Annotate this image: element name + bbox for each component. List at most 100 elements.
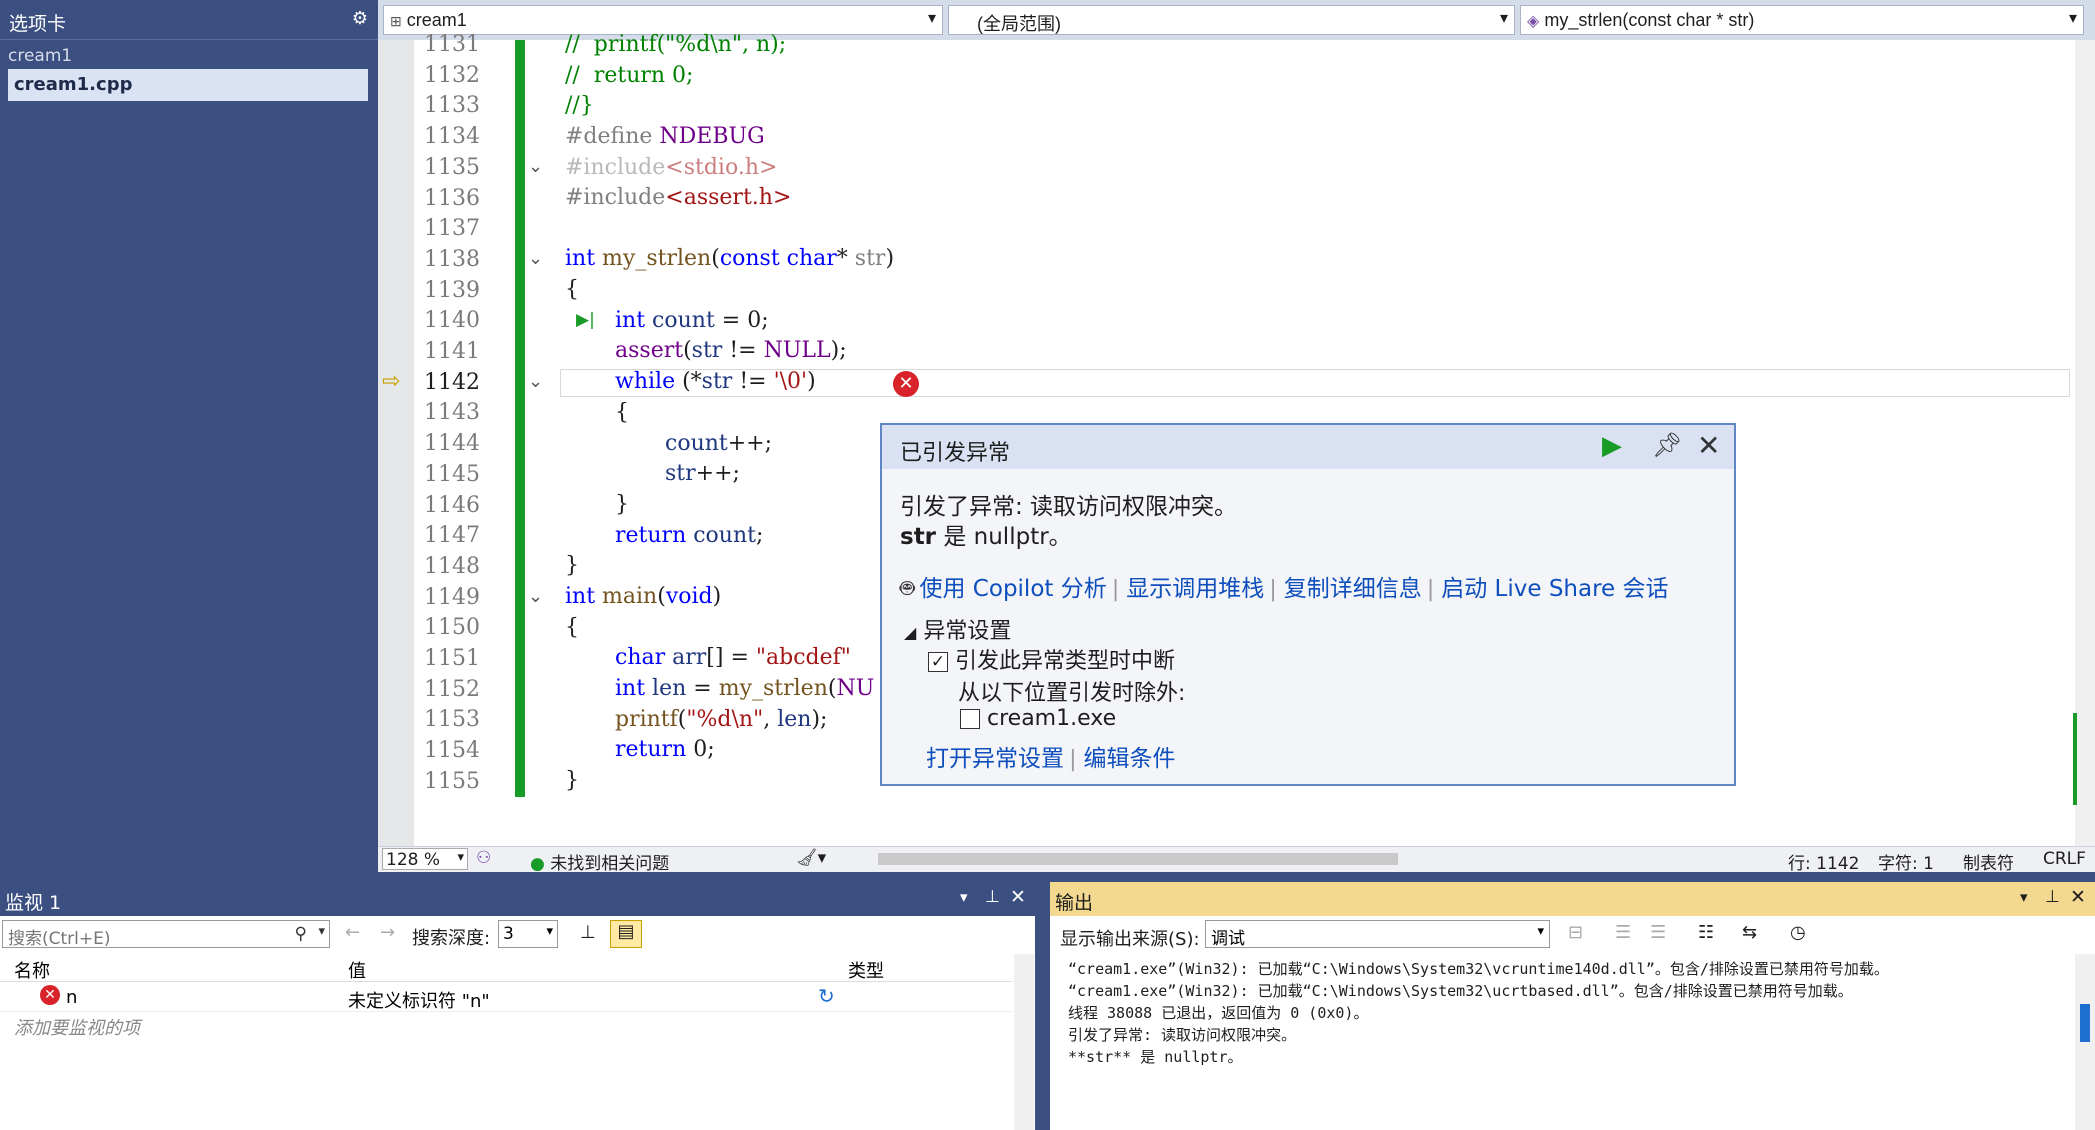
error-icon: ✕	[40, 985, 60, 1005]
popup-footer-links: 打开异常设置 | 编辑条件	[926, 746, 1176, 772]
collapse-icon[interactable]: ⌄	[528, 248, 543, 269]
show-call-stack-link[interactable]: 显示调用堆栈	[1126, 576, 1264, 602]
hex-view-icon[interactable]: ▤	[610, 920, 642, 948]
except-label: 从以下位置引发时除外:	[958, 681, 1186, 706]
pin-icon[interactable]: ⊥	[985, 887, 1000, 907]
collapse-icon[interactable]: ⌄	[528, 586, 543, 607]
scope-dropdown[interactable]: (全局范围) ▾	[948, 5, 1515, 35]
gear-icon[interactable]: ⚙	[352, 8, 368, 29]
exception-popup: 已引发异常 ▶ 📌︎ ✕ 引发了异常: 读取访问权限冲突。 str 是 null…	[880, 423, 1736, 786]
issues-indicator[interactable]: ● 未找到相关问题	[530, 849, 669, 874]
project-dropdown[interactable]: ⊞ cream1 ▾	[383, 5, 943, 35]
line-number: 1147	[424, 523, 480, 549]
project-node[interactable]: cream1	[8, 46, 72, 66]
line-number: 1146	[424, 492, 480, 518]
pin-icon[interactable]: ⊥	[2045, 887, 2060, 907]
timestamp-icon[interactable]: ◷	[1790, 922, 1806, 943]
code-line: assert(str != NULL);	[615, 338, 847, 363]
copilot-icon: 🤖︎	[900, 574, 915, 602]
output-line: **str** 是 nullptr。	[1068, 1048, 1243, 1066]
collapse-icon[interactable]: ⌄	[528, 156, 543, 177]
brain-icon[interactable]: ⚇	[476, 848, 491, 868]
output-scrollbar[interactable]	[2075, 954, 2095, 1130]
forward-arrow-icon[interactable]: →	[380, 922, 395, 943]
pin-icon[interactable]: 📌︎	[1652, 431, 1682, 459]
panel-menu-icon[interactable]: ▾	[2020, 888, 2028, 906]
word-wrap-icon[interactable]: ⇆	[1742, 922, 1757, 943]
code-line: char arr[] = "abcdef"	[615, 645, 851, 670]
code-line: }	[565, 768, 579, 793]
line-number: 1138	[424, 246, 480, 272]
tabs-panel: 选项卡 ⚙ cream1 cream1.cpp	[0, 0, 378, 872]
line-number: 1140	[424, 308, 480, 334]
search-depth-label: 搜索深度:	[412, 928, 491, 949]
watch-panel: 监视 1 ▾ ⊥ ✕ 搜索(Ctrl+E) ⚲ ▾ ← → 搜索深度: 3 ▾ …	[0, 882, 1035, 1130]
code-line: str++;	[665, 461, 740, 486]
cursor-char: 字符: 1	[1878, 854, 1934, 874]
panel-menu-icon[interactable]: ▾	[960, 888, 968, 906]
continue-play-icon[interactable]: ▶	[1602, 431, 1622, 461]
chevron-down-icon: ▾	[927, 10, 936, 27]
watch-scrollbar[interactable]	[1014, 954, 1034, 1130]
output-source-dropdown[interactable]: 调试 ▾	[1205, 920, 1550, 949]
refresh-icon[interactable]: ↻	[818, 984, 835, 1008]
output-source-label: 显示输出来源(S):	[1060, 929, 1200, 950]
live-share-link[interactable]: 启动 Live Share 会话	[1441, 576, 1668, 602]
watch-search-input[interactable]: 搜索(Ctrl+E) ⚲ ▾	[2, 920, 330, 949]
close-icon[interactable]: ✕	[2070, 886, 2086, 908]
indent-mode[interactable]: 制表符	[1963, 849, 2014, 874]
line-number: 1132	[424, 62, 480, 88]
edit-conditions-link[interactable]: 编辑条件	[1084, 746, 1176, 772]
collapse-icon[interactable]: ⌄	[528, 371, 543, 392]
file-item-cream1-cpp[interactable]: cream1.cpp	[8, 69, 368, 101]
line-number: 1134	[424, 124, 480, 150]
code-line: #define NDEBUG	[565, 124, 765, 149]
prev-message-icon[interactable]: ☰	[1615, 922, 1631, 943]
output-line: “cream1.exe”(Win32): 已加载“C:\Windows\Syst…	[1068, 960, 1889, 978]
copilot-analyze-link[interactable]: 使用 Copilot 分析	[920, 576, 1107, 602]
editor-vertical-scrollbar[interactable]	[2075, 40, 2095, 846]
exception-error-icon[interactable]: ✕	[893, 371, 919, 397]
cleanup-icon[interactable]: 🧹︎▾	[796, 848, 826, 868]
line-number: 1141	[424, 339, 480, 364]
line-ending[interactable]: CRLF	[2043, 849, 2086, 869]
execution-arrow-icon: ⇨	[382, 369, 401, 394]
line-number: 1152	[424, 676, 480, 702]
line-number: 1154	[424, 738, 480, 764]
exception-message: 引发了异常: 读取访问权限冲突。	[900, 494, 1238, 520]
code-line: int my_strlen(const char* str)	[565, 246, 895, 271]
line-number: 1142	[424, 369, 480, 395]
watch-table-header: 名称 值 类型	[0, 954, 1012, 982]
pin-source-icon[interactable]: ⊥	[580, 922, 596, 943]
copy-details-link[interactable]: 复制详细信息	[1284, 576, 1422, 602]
run-to-cursor-icon[interactable]: ▶|	[576, 310, 595, 330]
scroll-marker	[2073, 713, 2077, 805]
find-message-icon[interactable]: ⊟	[1568, 922, 1583, 943]
except-module-checkbox[interactable]: cream1.exe	[960, 706, 1116, 731]
watch-row[interactable]: ✕ n 未定义标识符 "n" ↻	[0, 984, 1012, 1012]
breakpoint-gutter[interactable]	[378, 40, 414, 846]
back-arrow-icon[interactable]: ←	[345, 922, 360, 943]
add-watch-hint[interactable]: 添加要监视的项	[14, 1014, 140, 1040]
output-scroll-thumb[interactable]	[2080, 1004, 2090, 1042]
code-line: // printf("%d\n", n);	[565, 32, 787, 57]
chevron-down-icon: ▾	[2068, 10, 2077, 27]
open-exception-settings-link[interactable]: 打开异常设置	[926, 746, 1064, 772]
editor-status-bar: 128 % ▾ ⚇ ● 未找到相关问题 🧹︎▾ 行: 1142 字符: 1 制表符…	[378, 846, 2095, 874]
exception-settings-section[interactable]: ◢ 异常设置	[904, 613, 1011, 645]
clear-all-icon[interactable]: ☷	[1698, 922, 1714, 943]
next-message-icon[interactable]: ☰	[1650, 922, 1666, 943]
code-line: return count;	[615, 523, 764, 548]
close-icon[interactable]: ✕	[1697, 429, 1720, 462]
zoom-dropdown[interactable]: 128 % ▾	[382, 848, 468, 870]
line-number: 1137	[424, 216, 480, 242]
output-text[interactable]: “cream1.exe”(Win32): 已加载“C:\Windows\Syst…	[1050, 954, 2070, 1124]
break-on-type-checkbox[interactable]: ✓ 引发此异常类型时中断	[928, 643, 1175, 675]
output-header: 输出 ▾ ⊥ ✕	[1050, 882, 2095, 916]
function-dropdown[interactable]: ◈ my_strlen(const char * str) ▾	[1520, 5, 2084, 35]
line-number: 1153	[424, 707, 480, 733]
search-depth-dropdown[interactable]: 3 ▾	[498, 920, 558, 948]
editor-horizontal-scrollbar[interactable]	[878, 853, 1398, 865]
close-icon[interactable]: ✕	[1010, 886, 1026, 908]
line-number: 1143	[424, 400, 480, 426]
